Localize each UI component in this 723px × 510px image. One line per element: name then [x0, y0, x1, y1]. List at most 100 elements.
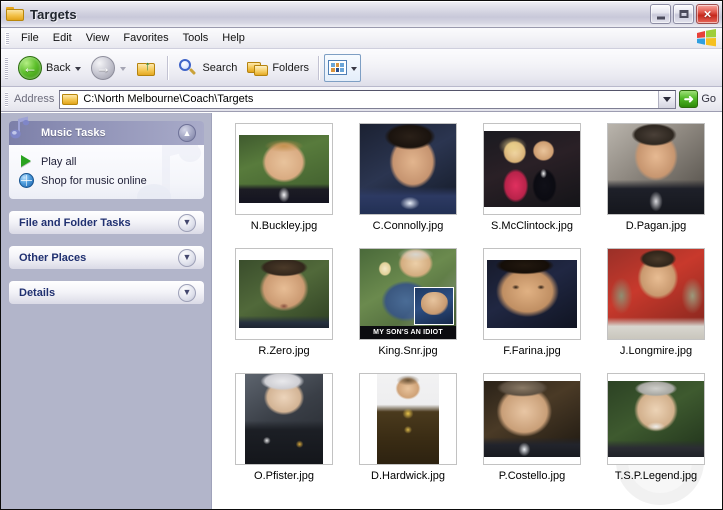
thumbnail-frame[interactable]: [607, 123, 705, 215]
back-button[interactable]: ← Back: [13, 53, 86, 83]
file-name-label: D.Pagan.jpg: [625, 220, 687, 232]
menu-item-view[interactable]: View: [79, 30, 117, 47]
address-bar: Address C:\North Melbourne\Coach\Targets…: [1, 87, 722, 112]
file-item[interactable]: P.Costello.jpg: [470, 373, 594, 498]
address-folder-icon: [62, 92, 79, 106]
file-item[interactable]: J.Longmire.jpg: [594, 248, 718, 373]
file-item[interactable]: T.S.P.Legend.jpg: [594, 373, 718, 498]
file-name-label: C.Connolly.jpg: [372, 220, 444, 232]
file-name-label: P.Costello.jpg: [498, 470, 566, 482]
thumbnail-frame[interactable]: MY SON'S AN IDIOT [data-name="image-capt…: [359, 248, 457, 340]
file-name-label: O.Pfister.jpg: [254, 470, 314, 482]
address-dropdown-button[interactable]: [658, 90, 676, 108]
toolbar: ← Back → ↑ Search Folders: [1, 49, 722, 87]
file-item[interactable]: S.McClintock.jpg: [470, 123, 594, 248]
forward-button[interactable]: →: [86, 53, 131, 83]
thumbnail-frame[interactable]: [607, 373, 705, 465]
thumbnail-frame[interactable]: [359, 123, 457, 215]
file-item[interactable]: D.Hardwick.jpg: [346, 373, 470, 498]
menu-grip-handle[interactable]: [5, 31, 9, 45]
panel-header-other-places[interactable]: Other Places ▼: [9, 246, 204, 269]
file-item[interactable]: C.Connolly.jpg: [346, 123, 470, 248]
file-item[interactable]: D.Pagan.jpg: [594, 123, 718, 248]
panel-header-details[interactable]: Details ▼: [9, 281, 204, 304]
expand-chevron-down-icon-3[interactable]: ▼: [178, 283, 196, 302]
file-item[interactable]: N.Buckley.jpg: [222, 123, 346, 248]
back-button-label: Back: [46, 61, 71, 74]
expand-chevron-down-icon[interactable]: ▼: [178, 213, 196, 232]
thumbnail-frame[interactable]: [483, 373, 581, 465]
title-bar: Targets ×: [1, 1, 722, 28]
thumbnail-frame[interactable]: [483, 248, 581, 340]
expand-chevron-down-icon-2[interactable]: ▼: [178, 248, 196, 267]
thumbnail-frame[interactable]: [359, 373, 457, 465]
search-button[interactable]: Search: [173, 53, 242, 83]
search-button-label: Search: [202, 61, 238, 74]
up-button[interactable]: ↑: [131, 53, 163, 83]
thumbnail-image: MY SON'S AN IDIOT [data-name="image-capt…: [360, 249, 456, 339]
image-caption: MY SON'S AN IDIOT: [360, 326, 456, 339]
file-item[interactable]: R.Zero.jpg: [222, 248, 346, 373]
thumbnail-frame[interactable]: [483, 123, 581, 215]
thumbnail-image: [484, 381, 580, 457]
globe-icon: [19, 173, 34, 188]
address-path-text: C:\North Melbourne\Coach\Targets: [83, 93, 254, 105]
file-item[interactable]: O.Pfister.jpg: [222, 373, 346, 498]
go-arrow-icon: [679, 90, 699, 108]
file-name-label: S.McClintock.jpg: [491, 220, 573, 232]
views-dropdown-icon[interactable]: [351, 66, 358, 71]
close-button[interactable]: ×: [696, 4, 719, 24]
forward-arrow-icon: →: [91, 55, 116, 80]
thumbnail-frame[interactable]: [235, 373, 333, 465]
menu-item-favorites[interactable]: Favorites: [116, 30, 175, 47]
menu-bar: File Edit View Favorites Tools Help: [1, 28, 722, 49]
file-name-label: F.Farina.jpg: [503, 345, 561, 357]
views-button[interactable]: [324, 53, 362, 82]
file-name-label: R.Zero.jpg: [258, 345, 310, 357]
forward-dropdown-icon[interactable]: [120, 66, 127, 71]
thumbnail-frame[interactable]: [235, 248, 333, 340]
thumbnail-image: [245, 374, 323, 464]
panel-details: Details ▼: [9, 281, 204, 304]
back-arrow-icon: ←: [18, 55, 42, 80]
file-item[interactable]: MY SON'S AN IDIOT [data-name="image-capt…: [346, 248, 470, 373]
file-item[interactable]: F.Farina.jpg: [470, 248, 594, 373]
address-grip-handle[interactable]: [5, 91, 8, 107]
collapse-chevron-up-icon[interactable]: ▲: [178, 124, 196, 142]
maximize-button[interactable]: [673, 4, 694, 24]
thumbnail-image: [239, 135, 329, 203]
thumbnail-image: [239, 260, 329, 328]
back-dropdown-icon[interactable]: [75, 66, 82, 71]
search-icon: [178, 58, 198, 78]
panel-title-file-and-folder-tasks: File and Folder Tasks: [19, 216, 131, 229]
thumbnail-image: [484, 131, 580, 207]
menu-item-file[interactable]: File: [14, 30, 46, 47]
panel-header-file-and-folder-tasks[interactable]: File and Folder Tasks ▼: [9, 211, 204, 234]
menu-item-help[interactable]: Help: [215, 30, 252, 47]
panel-body-music-tasks: Play all Shop for music online: [9, 145, 204, 199]
thumbnail-image: [360, 124, 456, 214]
menu-item-tools[interactable]: Tools: [176, 30, 216, 47]
task-shop-music-online[interactable]: Shop for music online: [19, 171, 196, 190]
file-name-label: T.S.P.Legend.jpg: [614, 470, 698, 482]
menu-item-edit[interactable]: Edit: [46, 30, 79, 47]
panel-title-details: Details: [19, 286, 56, 299]
thumbnail-frame[interactable]: [235, 123, 333, 215]
task-play-all[interactable]: Play all: [19, 152, 196, 171]
toolbar-grip-handle[interactable]: [5, 56, 8, 79]
minimize-button[interactable]: [650, 4, 671, 24]
windows-flag-icon[interactable]: [696, 29, 717, 47]
address-label: Address: [14, 93, 55, 105]
folders-button[interactable]: Folders: [242, 53, 314, 83]
file-name-label: D.Hardwick.jpg: [371, 470, 445, 482]
thumbnail-image: [377, 374, 439, 464]
panel-header-music-tasks[interactable]: Music Tasks ▲: [9, 116, 204, 145]
go-button[interactable]: Go: [679, 90, 722, 108]
address-input[interactable]: C:\North Melbourne\Coach\Targets: [59, 89, 677, 109]
views-grid-icon: [328, 60, 348, 75]
thumbnail-frame[interactable]: [607, 248, 705, 340]
file-name-label: N.Buckley.jpg: [250, 220, 318, 232]
file-list-pane[interactable]: N.Buckley.jpg C.Connolly.jpg S.McClintoc…: [212, 113, 722, 509]
thumbnail-image: [487, 260, 577, 328]
task-shop-music-online-label: Shop for music online: [41, 174, 147, 187]
